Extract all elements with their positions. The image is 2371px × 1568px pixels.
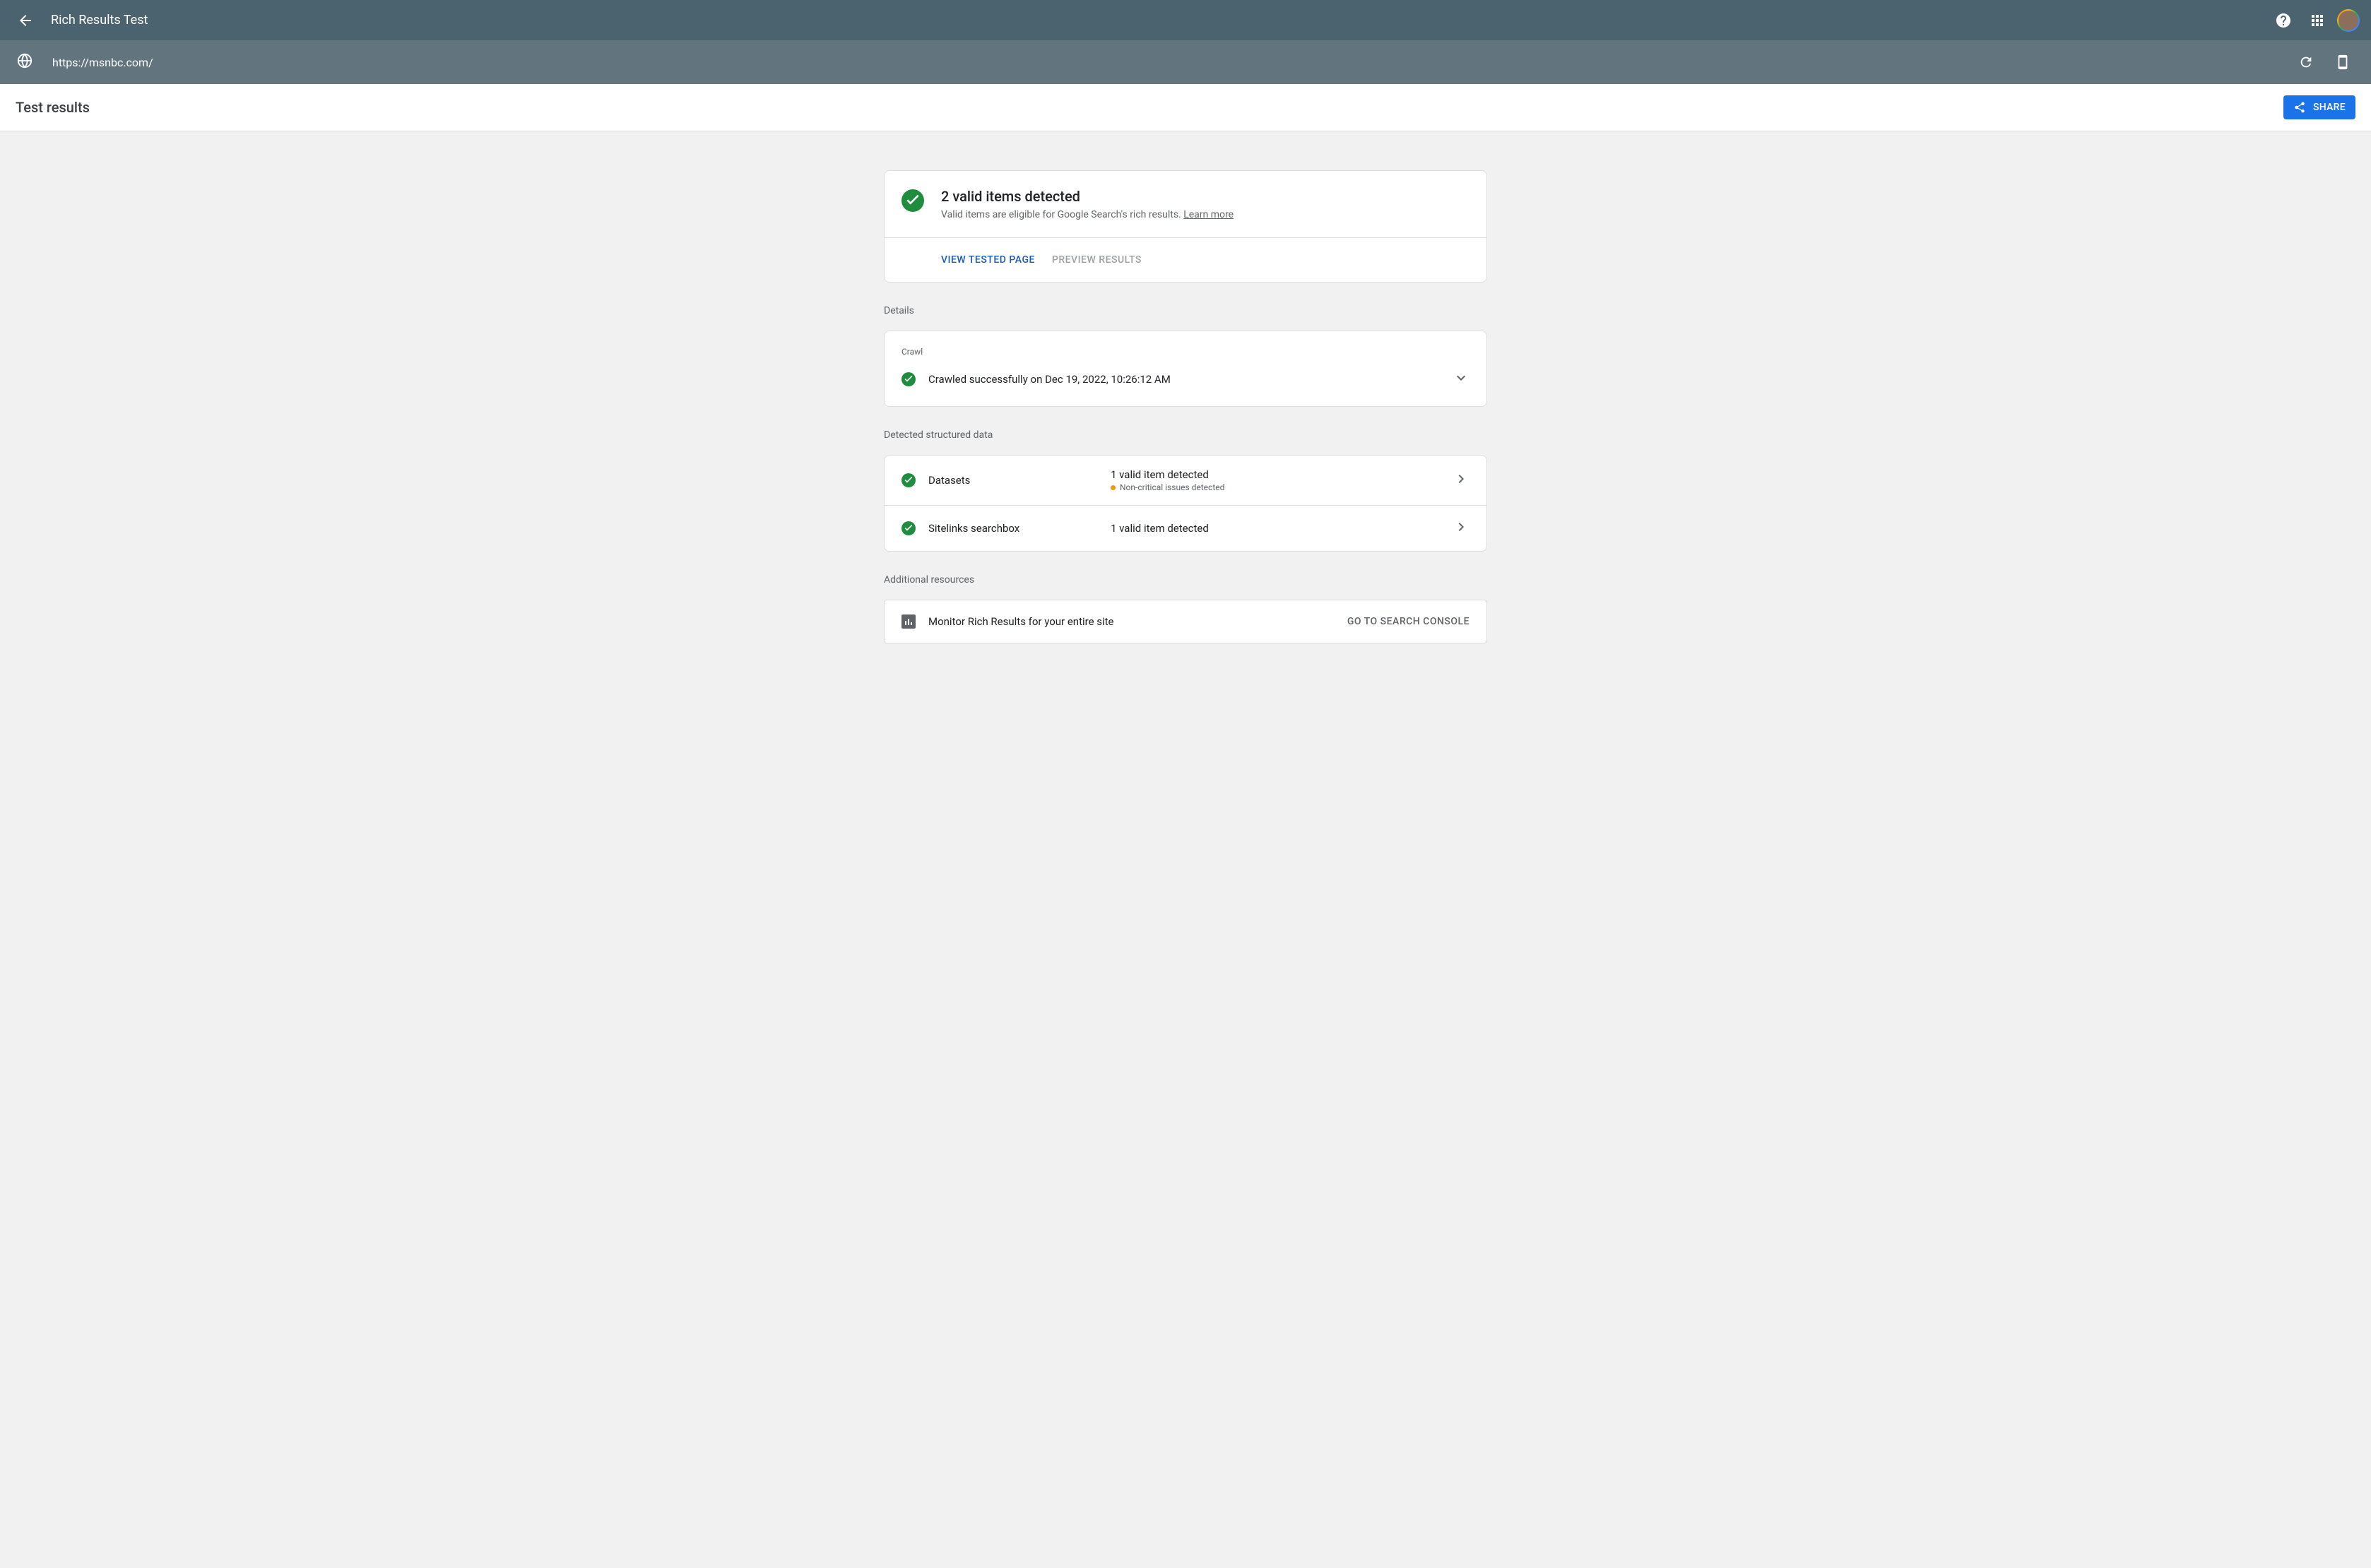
resource-text: Monitor Rich Results for your entire sit… [928,615,1335,628]
search-console-link[interactable]: GO TO SEARCH CONSOLE [1347,616,1470,627]
details-label: Details [884,305,1487,316]
apps-button[interactable] [2303,6,2331,35]
share-icon [2293,101,2306,114]
help-button[interactable] [2269,6,2298,35]
crawl-label: Crawl [901,347,1470,357]
expand-button[interactable] [1453,369,1470,389]
arrow-back-icon [17,12,34,29]
refresh-icon [2298,54,2314,70]
summary-row: 2 valid items detected Valid items are e… [885,171,1486,238]
learn-more-link[interactable]: Learn more [1183,209,1234,220]
back-button[interactable] [11,6,40,35]
details-section: Details Crawl Crawled successfully on De… [884,305,1487,407]
resource-card: Monitor Rich Results for your entire sit… [884,600,1487,643]
refresh-button[interactable] [2292,48,2320,76]
summary-card: 2 valid items detected Valid items are e… [884,170,1487,283]
account-avatar[interactable] [2337,9,2360,32]
check-circle-icon [901,372,916,386]
url-input[interactable]: https://msnbc.com/ [52,56,2292,69]
share-button[interactable]: SHARE [2283,95,2355,119]
bar-chart-icon [901,614,916,629]
structured-section: Detected structured data Datasets 1 vali… [884,429,1487,552]
structured-item-sitelinks[interactable]: Sitelinks searchbox 1 valid item detecte… [885,505,1486,551]
apps-icon [2309,12,2326,29]
item-name: Datasets [928,474,1098,487]
globe-icon [17,53,32,71]
structured-data-card: Datasets 1 valid item detected Non-criti… [884,455,1487,552]
device-button[interactable] [2329,48,2357,76]
smartphone-icon [2335,54,2351,70]
structured-label: Detected structured data [884,429,1487,441]
item-detail-sub: Non-critical issues detected [1111,482,1440,492]
item-detail-main: 1 valid item detected [1111,522,1440,535]
header-actions [2269,6,2360,35]
crawl-status-text: Crawled successfully on Dec 19, 2022, 10… [928,373,1440,386]
check-circle-icon [901,189,924,212]
item-detail-main: 1 valid item detected [1111,468,1440,481]
structured-item-datasets[interactable]: Datasets 1 valid item detected Non-criti… [885,456,1486,505]
summary-heading: 2 valid items detected [941,188,1234,205]
chevron-right-icon [1453,518,1470,538]
results-title: Test results [16,99,90,116]
main-content: 2 valid items detected Valid items are e… [873,170,1498,643]
item-details: 1 valid item detected Non-critical issue… [1111,468,1440,492]
chevron-down-icon [1453,369,1470,386]
resources-section: Additional resources Monitor Rich Result… [884,574,1487,643]
resources-label: Additional resources [884,574,1487,586]
tab-preview-results: PREVIEW RESULTS [1052,254,1142,266]
warning-dot-icon [1111,485,1116,490]
url-actions [2292,48,2357,76]
avatar-image [2339,11,2358,30]
app-header: Rich Results Test [0,0,2371,40]
item-name: Sitelinks searchbox [928,522,1098,535]
crawl-card[interactable]: Crawl Crawled successfully on Dec 19, 20… [884,331,1487,407]
check-circle-icon [901,473,916,487]
summary-text: 2 valid items detected Valid items are e… [941,188,1234,220]
item-details: 1 valid item detected [1111,522,1440,535]
results-header: Test results SHARE [0,84,2371,131]
chevron-right-icon [1453,470,1470,490]
tab-view-tested-page[interactable]: VIEW TESTED PAGE [941,254,1035,266]
check-circle-icon [901,521,916,535]
summary-subtext: Valid items are eligible for Google Sear… [941,209,1234,220]
crawl-row: Crawled successfully on Dec 19, 2022, 10… [901,369,1470,389]
tab-row: VIEW TESTED PAGE PREVIEW RESULTS [885,238,1486,282]
url-bar: https://msnbc.com/ [0,40,2371,84]
app-title: Rich Results Test [51,13,2269,28]
help-icon [2275,12,2292,29]
share-label: SHARE [2313,102,2346,113]
